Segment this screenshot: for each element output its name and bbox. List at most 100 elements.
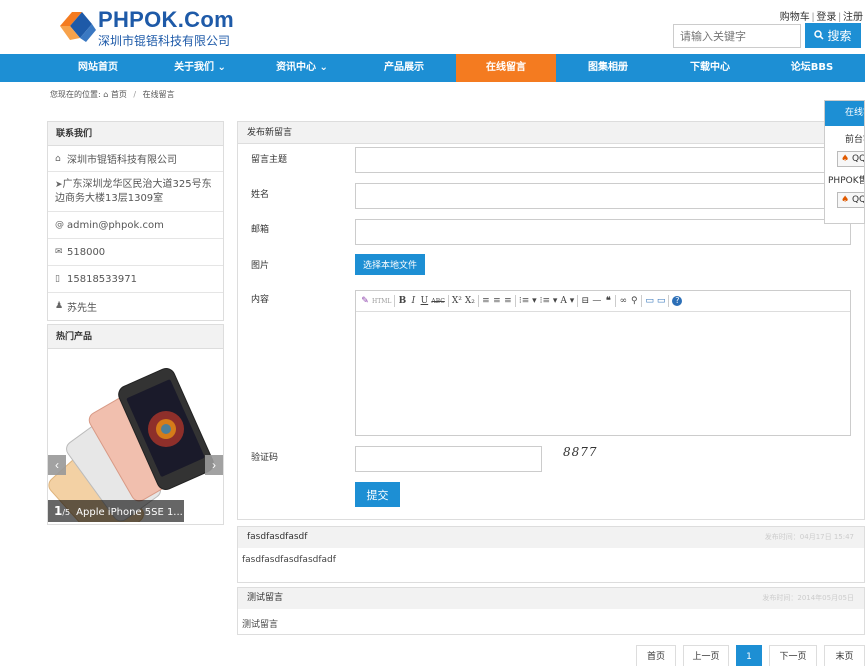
captcha-label: 验证码 <box>251 453 279 463</box>
insert-file-icon[interactable]: ▭ <box>657 296 666 306</box>
contact-email-row: @ admin@phpok.com <box>48 212 223 239</box>
contact-address-row: ➤广东深圳龙华区民治大道325号东边商务大楼13层1309室 <box>48 172 223 212</box>
top-links: 购物车 | 登录 | 注册 <box>780 8 863 23</box>
choose-file-button[interactable]: 选择本地文件 <box>355 254 425 275</box>
logo-title: PHPOK.Com <box>98 7 234 32</box>
contact-email[interactable]: admin@phpok.com <box>67 220 164 231</box>
site-logo[interactable]: PHPOK.Com 深圳市锟铻科技有限公司 <box>58 6 238 48</box>
mobile-phone-icon: ▯ <box>55 274 60 284</box>
blockquote-icon[interactable]: ❝ <box>604 296 612 306</box>
qq-chat-label: QQ交谈 <box>851 195 865 205</box>
nav-item-news[interactable]: 资讯中心 ⌄ <box>252 54 352 82</box>
nav-item-home[interactable]: 网站首页 <box>48 54 148 82</box>
format-brush-icon[interactable]: ✎ <box>361 296 369 306</box>
help-icon[interactable]: ? <box>672 296 683 306</box>
message-title: 测试留言 <box>247 593 284 603</box>
chevron-left-icon: ‹ <box>55 458 59 472</box>
editor-toolbar: ✎ HTML B I U ABC X² X₂ ≡ ≡ ≡ ⁝≡ ▾ ⁝≡ ▾ A… <box>356 291 850 312</box>
nav-item-products[interactable]: 产品展示 <box>354 54 454 82</box>
contact-address-wrap: ➤广东深圳龙华区民治大道325号东边商务大楼13层1309室 <box>55 178 216 206</box>
cart-link[interactable]: 购物车 <box>780 12 810 23</box>
divider: | <box>838 12 841 23</box>
submit-button[interactable]: 提交 <box>355 482 400 507</box>
breadcrumb-prefix: 您现在的位置: <box>50 90 101 99</box>
current-page-button[interactable]: 1 <box>736 645 762 666</box>
message-item: 测试留言 发布时间：2014年05月05日 测试留言 <box>237 587 865 635</box>
login-link[interactable]: 登录 <box>816 12 836 23</box>
captcha-image[interactable]: 8877 <box>563 445 613 467</box>
table-icon[interactable]: ⊟ <box>581 296 590 306</box>
logo-mark-icon <box>60 12 96 42</box>
nav-item-guestbook[interactable]: 在线留言 <box>456 54 556 82</box>
toolbar-divider <box>514 295 516 307</box>
link-icon[interactable]: ∞ <box>619 296 628 306</box>
unordered-list-icon[interactable]: ⁝≡ ▾ <box>540 296 558 306</box>
message-time: 发布时间：04月17日 15:47 <box>764 533 854 541</box>
online-service-title: 在线客服 <box>825 101 864 126</box>
subject-input[interactable] <box>355 147 851 173</box>
carousel-prev-button[interactable]: ‹ <box>48 455 66 475</box>
first-page-button[interactable]: 首页 <box>636 645 676 666</box>
align-center-icon[interactable]: ≡ <box>493 296 501 306</box>
form-title: 发布新留言 <box>238 122 864 144</box>
contact-company-row: ⌂ 深圳市锟铻科技有限公司 <box>48 146 223 172</box>
presales-label: 前台客服 <box>845 135 864 145</box>
contact-company: 深圳市锟铻科技有限公司 <box>67 155 177 166</box>
html-source-button[interactable]: HTML <box>372 298 391 305</box>
contact-title: 联系我们 <box>48 122 223 146</box>
email-label: 邮箱 <box>251 225 270 235</box>
captcha-input[interactable] <box>355 446 542 472</box>
contact-postcode-row: ✉ 518000 <box>48 239 223 266</box>
register-link[interactable]: 注册 <box>843 12 863 23</box>
align-left-icon[interactable]: ≡ <box>482 296 490 306</box>
italic-button[interactable]: I <box>409 296 417 306</box>
search-icon <box>814 29 825 43</box>
qq-chat-button[interactable]: ♠ QQ交谈 <box>837 192 865 208</box>
qq-chat-button[interactable]: ♠ QQ交谈 <box>837 151 864 167</box>
strikethrough-button[interactable]: ABC <box>431 298 444 305</box>
carousel-next-button[interactable]: › <box>205 455 223 475</box>
toolbar-divider <box>615 295 617 307</box>
nav-item-downloads[interactable]: 下载中心 <box>660 54 760 82</box>
search-input[interactable] <box>673 24 801 48</box>
unlink-icon[interactable]: ⚲ <box>630 296 638 306</box>
toolbar-divider <box>668 295 670 307</box>
product-carousel[interactable]: ‹ › 1/5 Apple iPhone 5SE 1... <box>48 349 223 522</box>
toolbar-divider <box>641 295 643 307</box>
insert-image-icon[interactable]: ▭ <box>645 296 654 306</box>
horizontal-rule-icon[interactable]: — <box>592 296 601 306</box>
nav-item-about[interactable]: 关于我们 ⌄ <box>150 54 250 82</box>
prev-page-button[interactable]: 上一页 <box>683 645 729 666</box>
toolbar-divider <box>477 295 479 307</box>
user-icon: ♟ <box>55 301 64 311</box>
message-item: fasdfasdfasdf 发布时间：04月17日 15:47 fasdfasd… <box>237 526 865 583</box>
site-header: PHPOK.Com 深圳市锟铻科技有限公司 购物车|登录|注册 搜索 <box>0 0 865 54</box>
carousel-caption[interactable]: 1/5 Apple iPhone 5SE 1... <box>48 500 184 522</box>
breadcrumb-home[interactable]: 首页 <box>111 90 127 99</box>
message-time: 发布时间：2014年05月05日 <box>762 594 854 602</box>
subscript-button[interactable]: X₂ <box>465 296 475 306</box>
superscript-button[interactable]: X² <box>452 296 462 306</box>
breadcrumb-current: 在线留言 <box>142 90 175 99</box>
qq-row: ♠ QQ交谈 <box>825 190 864 212</box>
underline-button[interactable]: U <box>420 296 429 306</box>
last-page-button[interactable]: 末页 <box>824 645 865 666</box>
contact-phone: 15818533971 <box>67 273 137 285</box>
font-color-icon[interactable]: A ▾ <box>560 296 574 306</box>
product-image <box>48 368 214 522</box>
bold-button[interactable]: B <box>398 296 407 306</box>
email-input[interactable] <box>355 219 851 245</box>
home-icon: ⌂ <box>55 153 61 164</box>
align-right-icon[interactable]: ≡ <box>504 296 512 306</box>
next-page-button[interactable]: 下一页 <box>769 645 817 666</box>
location-arrow-icon: ➤ <box>55 179 63 190</box>
content-editor[interactable]: ✎ HTML B I U ABC X² X₂ ≡ ≡ ≡ ⁝≡ ▾ ⁝≡ ▾ A… <box>355 290 851 436</box>
nav-item-photos[interactable]: 图集相册 <box>558 54 658 82</box>
search-button[interactable]: 搜索 <box>805 23 861 48</box>
name-label: 姓名 <box>251 190 270 200</box>
toolbar-divider <box>577 295 579 307</box>
name-input[interactable] <box>355 183 851 209</box>
ordered-list-icon[interactable]: ⁝≡ ▾ <box>519 296 537 306</box>
at-icon: @ <box>55 220 64 230</box>
nav-item-bbs[interactable]: 论坛BBS <box>762 54 862 82</box>
